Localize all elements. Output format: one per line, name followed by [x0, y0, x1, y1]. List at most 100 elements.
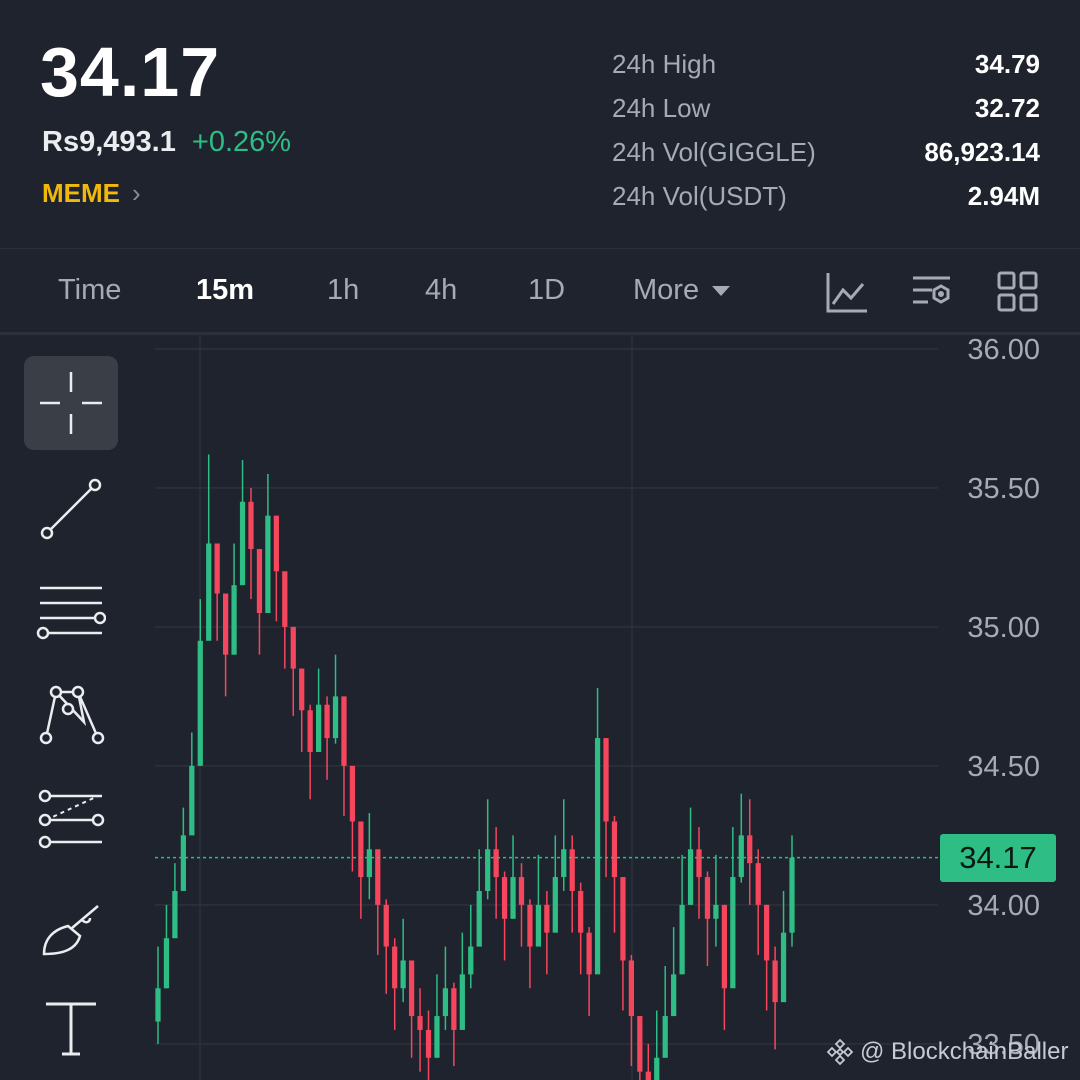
- candle-body: [239, 501, 246, 586]
- candle-body: [434, 1016, 440, 1058]
- tab-time[interactable]: Time: [58, 274, 121, 307]
- candle-body: [527, 904, 533, 947]
- candle-body: [611, 821, 618, 878]
- candle-body: [366, 849, 372, 878]
- text-tool[interactable]: [24, 980, 118, 1074]
- candle-body: [755, 863, 761, 905]
- brush-icon: [42, 905, 99, 956]
- stat-label: 24h High: [612, 48, 717, 79]
- candle-body: [392, 946, 398, 989]
- crosshair-icon: [40, 372, 102, 434]
- candle-body: [180, 835, 186, 891]
- candle-body: [578, 890, 584, 933]
- candle-body: [324, 704, 330, 739]
- text-tool-icon: [46, 1002, 96, 1056]
- candle-body: [620, 877, 626, 961]
- stat-24h-vol-base: 24h Vol(GIGGLE) 86,923.14: [612, 130, 1040, 174]
- candle-body: [730, 877, 736, 989]
- candle-body: [155, 988, 161, 1022]
- candle-body: [265, 515, 271, 613]
- watermark: @ BlockchainBaller: [826, 1038, 1068, 1066]
- fiat-price-row: Rs9,493.1 +0.26%: [42, 126, 291, 159]
- candle-body: [273, 515, 279, 572]
- stat-24h-high: 24h High 34.79: [612, 42, 1040, 86]
- candle-body: [764, 904, 770, 961]
- stat-label: 24h Vol(GIGGLE): [612, 136, 816, 167]
- category-tag[interactable]: MEME: [42, 178, 120, 209]
- candle-body: [662, 1016, 668, 1058]
- candle-body: [307, 710, 313, 752]
- candle-body: [544, 904, 550, 933]
- header-divider: [0, 248, 1080, 249]
- tab-1d[interactable]: 1D: [528, 274, 565, 307]
- tab-4h[interactable]: 4h: [425, 274, 457, 307]
- candle-body: [214, 543, 220, 594]
- fib-channel-icon: [38, 789, 105, 849]
- indicator-chart-icon[interactable]: [825, 270, 869, 314]
- current-price-tag: 34.17: [940, 833, 1056, 882]
- candle-body: [315, 704, 322, 752]
- candle-body: [383, 904, 389, 947]
- caret-down-icon: [712, 285, 731, 296]
- candle-body: [747, 835, 753, 864]
- horizontal-lines-icon: [36, 586, 106, 640]
- brush-tool[interactable]: [24, 880, 118, 974]
- crosshair-tool[interactable]: [24, 356, 118, 450]
- last-price: 34.17: [40, 33, 221, 111]
- candle-body: [628, 960, 635, 1017]
- y-tick-label: 34.50: [967, 751, 1040, 783]
- tab-1h[interactable]: 1h: [327, 274, 359, 307]
- candle-body: [206, 543, 212, 641]
- horizontal-lines-tool[interactable]: [24, 564, 118, 658]
- trend-line-tool[interactable]: [24, 462, 118, 556]
- candle-body: [408, 960, 415, 1017]
- candle-body: [451, 988, 457, 1030]
- candle-body: [518, 877, 525, 905]
- more-dropdown[interactable]: More: [633, 274, 731, 307]
- candle-body: [163, 938, 170, 989]
- candle-body: [349, 765, 356, 822]
- stat-value: 2.94M: [967, 180, 1040, 211]
- stats-panel: 24h High 34.79 24h Low 32.72 24h Vol(GIG…: [612, 42, 1040, 218]
- candle-body: [569, 849, 575, 891]
- candle-body: [780, 932, 787, 1003]
- candle-body: [645, 1071, 651, 1080]
- y-tick-label: 36.00: [967, 335, 1040, 366]
- candle-body: [586, 932, 592, 975]
- candlestick-chart[interactable]: 36.0035.5035.0034.5034.0033.50: [0, 335, 1080, 1080]
- candle-body: [358, 821, 364, 878]
- tab-15m[interactable]: 15m: [196, 274, 254, 307]
- candle-body: [738, 835, 744, 878]
- candle-body: [552, 877, 558, 933]
- trend-line-icon: [40, 478, 102, 540]
- candle-body: [561, 849, 567, 878]
- stat-value: 32.72: [974, 92, 1040, 123]
- stat-label: 24h Low: [612, 92, 711, 123]
- candle-body: [671, 974, 677, 1017]
- stat-value: 34.79: [974, 48, 1040, 79]
- candle-body: [299, 668, 305, 711]
- candle-body: [654, 1057, 660, 1080]
- y-tick-label: 34.00: [967, 890, 1040, 922]
- candle-body: [713, 904, 719, 919]
- candle-body: [501, 877, 508, 919]
- layout-grid-icon[interactable]: [996, 270, 1040, 314]
- candle-body: [535, 904, 542, 947]
- pattern-tool[interactable]: [24, 668, 118, 762]
- candle-body: [256, 549, 263, 613]
- candle-body: [231, 585, 237, 655]
- more-label: More: [633, 274, 700, 306]
- candle-body: [197, 640, 203, 766]
- candle-body: [417, 1016, 423, 1030]
- candle-body: [493, 849, 499, 878]
- candle-body: [290, 626, 296, 669]
- candle-body: [789, 857, 795, 933]
- meme-tag-link[interactable]: MEME ›: [42, 178, 141, 209]
- fib-channel-tool[interactable]: [24, 772, 118, 866]
- settings-filter-icon[interactable]: [910, 270, 954, 314]
- candle-body: [468, 946, 474, 975]
- ticker-header: 34.17 Rs9,493.1 +0.26% MEME › 24h High 3…: [0, 0, 1080, 248]
- y-tick-label: 35.50: [967, 473, 1040, 505]
- candle-body: [400, 960, 406, 989]
- price-change-percent: +0.26%: [191, 126, 292, 158]
